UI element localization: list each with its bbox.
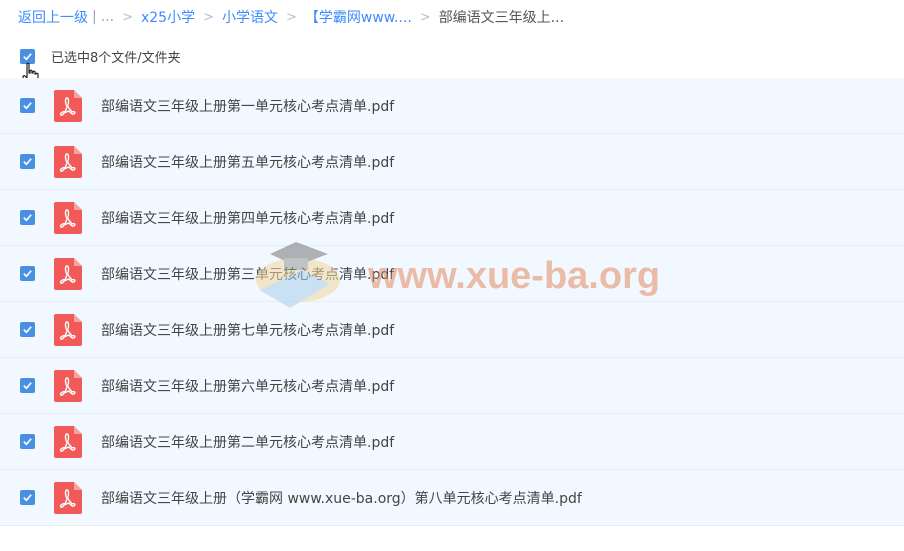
check-icon [23, 102, 32, 110]
back-link[interactable]: 返回上一级 [18, 7, 88, 27]
file-checkbox[interactable] [20, 434, 35, 449]
chevron-right-icon: > [203, 9, 214, 25]
breadcrumb-current: 部编语文三年级上... [438, 10, 565, 26]
file-row[interactable]: 部编语文三年级上册第三单元核心考点清单.pdf [0, 246, 904, 302]
file-checkbox[interactable] [20, 322, 35, 337]
pdf-file-icon [54, 202, 82, 234]
file-name[interactable]: 部编语文三年级上册第三单元核心考点清单.pdf [101, 264, 394, 284]
file-name[interactable]: 部编语文三年级上册第四单元核心考点清单.pdf [101, 208, 394, 228]
file-checkbox[interactable] [20, 210, 35, 225]
file-checkbox[interactable] [20, 490, 35, 505]
check-icon [23, 326, 32, 334]
check-icon [23, 270, 32, 278]
selection-count-text: 已选中8个文件/文件夹 [51, 50, 181, 66]
check-icon [23, 158, 32, 166]
file-name[interactable]: 部编语文三年级上册（学霸网 www.xue-ba.org）第八单元核心考点清单.… [101, 488, 582, 508]
file-list: 部编语文三年级上册第一单元核心考点清单.pdf 部编语文三年级上册第五单元核心考… [0, 78, 904, 526]
pdf-file-icon [54, 90, 82, 122]
file-row[interactable]: 部编语文三年级上册第六单元核心考点清单.pdf [0, 358, 904, 414]
file-row[interactable]: 部编语文三年级上册第五单元核心考点清单.pdf [0, 134, 904, 190]
breadcrumb: 返回上一级 | ... > x25小学 > 小学语文 > 【学霸网www....… [18, 7, 564, 27]
file-row[interactable]: 部编语文三年级上册第四单元核心考点清单.pdf [0, 190, 904, 246]
pdf-file-icon [54, 314, 82, 346]
file-row[interactable]: 部编语文三年级上册（学霸网 www.xue-ba.org）第八单元核心考点清单.… [0, 470, 904, 526]
file-row[interactable]: 部编语文三年级上册第七单元核心考点清单.pdf [0, 302, 904, 358]
file-row[interactable]: 部编语文三年级上册第一单元核心考点清单.pdf [0, 78, 904, 134]
file-row[interactable]: 部编语文三年级上册第二单元核心考点清单.pdf [0, 414, 904, 470]
file-name[interactable]: 部编语文三年级上册第一单元核心考点清单.pdf [101, 96, 394, 116]
pdf-file-icon [54, 426, 82, 458]
check-icon [23, 438, 32, 446]
file-checkbox[interactable] [20, 378, 35, 393]
check-icon [23, 52, 32, 60]
chevron-right-icon: > [286, 9, 297, 25]
check-icon [23, 494, 32, 502]
breadcrumb-item-chinese[interactable]: 小学语文 [222, 7, 278, 27]
check-icon [23, 214, 32, 222]
file-name[interactable]: 部编语文三年级上册第六单元核心考点清单.pdf [101, 376, 394, 396]
selection-bar: 已选中8个文件/文件夹 [20, 44, 181, 68]
breadcrumb-item-xueba[interactable]: 【学霸网www.... [305, 7, 412, 27]
check-icon [23, 382, 32, 390]
file-checkbox[interactable] [20, 98, 35, 113]
file-name[interactable]: 部编语文三年级上册第二单元核心考点清单.pdf [101, 432, 394, 452]
breadcrumb-pipe: | [92, 9, 97, 25]
file-checkbox[interactable] [20, 154, 35, 169]
breadcrumb-ellipsis[interactable]: ... [101, 9, 114, 25]
file-name[interactable]: 部编语文三年级上册第七单元核心考点清单.pdf [101, 320, 394, 340]
breadcrumb-item-x25[interactable]: x25小学 [141, 7, 195, 27]
file-name[interactable]: 部编语文三年级上册第五单元核心考点清单.pdf [101, 152, 394, 172]
chevron-right-icon: > [419, 9, 431, 25]
file-checkbox[interactable] [20, 266, 35, 281]
pdf-file-icon [54, 370, 82, 402]
pdf-file-icon [54, 258, 82, 290]
pdf-file-icon [54, 482, 82, 514]
chevron-right-icon: > [122, 9, 133, 25]
pdf-file-icon [54, 146, 82, 178]
